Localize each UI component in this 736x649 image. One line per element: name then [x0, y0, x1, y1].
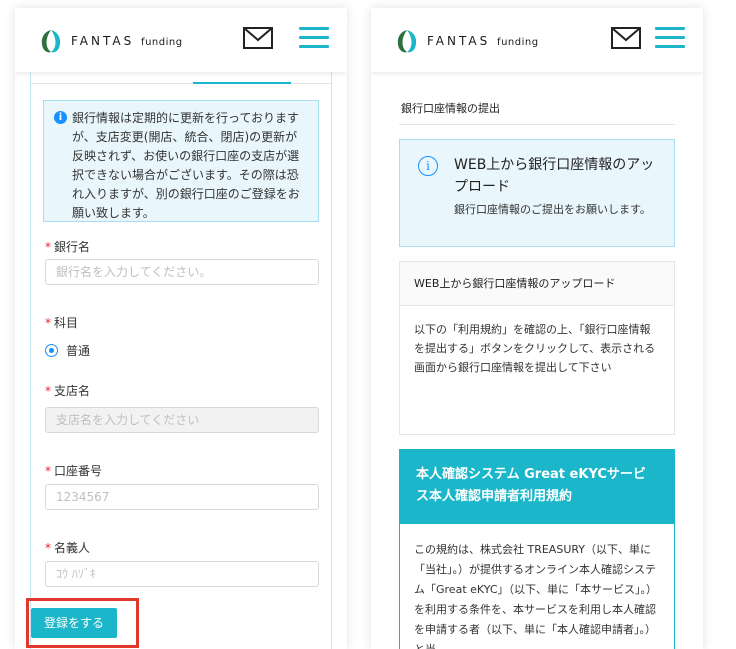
account-number-input[interactable]: 1234567 [45, 484, 319, 510]
hamburger-menu-icon[interactable] [655, 27, 685, 49]
upload-notice: i WEB上から銀行口座情報のアップロード 銀行口座情報のご提出をお願いします。 [399, 139, 675, 247]
bank-submission: 銀行口座情報の提出 i WEB上から銀行口座情報のアップロード 銀行口座情報のご… [371, 72, 703, 649]
terms-title: 本人確認システム Great eKYCサービス本人確認申請者利用規約 [400, 450, 674, 524]
account-holder-input[interactable]: ｺｳ ﾊｿﾞｷ [45, 561, 319, 587]
info-icon: i [418, 156, 438, 176]
tab-active-indicator[interactable] [193, 82, 291, 84]
bank-info-notice: i 銀行情報は定期的に更新を行っておりますが、支店変更(開店、統合、閉店)の更新… [43, 100, 319, 222]
brand-logo[interactable]: FANTAS funding [395, 28, 539, 54]
account-holder-label: * 名義人 [45, 541, 91, 555]
form-frame: i 銀行情報は定期的に更新を行っておりますが、支店変更(開店、統合、閉店)の更新… [30, 72, 332, 649]
branch-name-input[interactable]: 支店名を入力してください [45, 407, 319, 433]
brand-logo[interactable]: FANTAS funding [39, 28, 183, 54]
notice-text: 銀行情報は定期的に更新を行っておりますが、支店変更(開店、統合、閉店)の更新が反… [72, 111, 300, 220]
radio-selected-icon[interactable] [45, 344, 58, 357]
brand-name: FANTAS funding [427, 34, 539, 48]
header: FANTAS funding [15, 8, 347, 72]
upload-title: WEB上から銀行口座情報のアップロード [454, 157, 655, 195]
right-screen: FANTAS funding 銀行口座情報の提出 i WEB上から銀行口座情報の… [371, 8, 703, 649]
account-number-label: * 口座番号 [45, 464, 103, 478]
section-title: 銀行口座情報の提出 [401, 102, 500, 115]
card-body: 以下の「利用規約」を確認の上、「銀行口座情報を提出する」ボタンをクリックして、表… [414, 323, 656, 374]
bank-name-label: * 銀行名 [45, 240, 91, 254]
upload-card: WEB上から銀行口座情報のアップロード 以下の「利用規約」を確認の上、「銀行口座… [399, 261, 675, 435]
bank-form: i 銀行情報は定期的に更新を行っておりますが、支店変更(開店、統合、閉店)の更新… [15, 72, 347, 649]
account-type-label: * 科目 [45, 316, 79, 330]
divider [399, 124, 675, 125]
branch-name-label: * 支店名 [45, 384, 91, 398]
logo-mark-icon [39, 28, 63, 54]
brand-name: FANTAS funding [71, 34, 183, 48]
logo-mark-icon [395, 28, 419, 54]
info-icon: i [54, 111, 67, 124]
terms-body: この規約は、株式会社 TREASURY（以下、単に「当社」。）が提供するオンライ… [414, 543, 658, 649]
submit-button[interactable]: 登録をする [31, 608, 117, 638]
upload-description: 銀行口座情報のご提出をお願いします。 [454, 203, 651, 216]
account-type-option: 普通 [66, 344, 91, 358]
account-type-radio[interactable]: 普通 [45, 342, 90, 359]
bank-name-input[interactable]: 銀行名を入力してください。 [45, 259, 319, 285]
mail-icon[interactable] [243, 27, 273, 49]
mail-icon[interactable] [611, 27, 641, 49]
card-heading: WEB上から銀行口座情報のアップロード [400, 262, 674, 306]
hamburger-menu-icon[interactable] [299, 27, 329, 49]
terms-panel[interactable]: 本人確認システム Great eKYCサービス本人確認申請者利用規約 この規約は… [399, 449, 675, 649]
header: FANTAS funding [371, 8, 703, 72]
left-screen: FANTAS funding i 銀行情報は定期的に更新を行っておりますが、支店… [15, 8, 347, 649]
